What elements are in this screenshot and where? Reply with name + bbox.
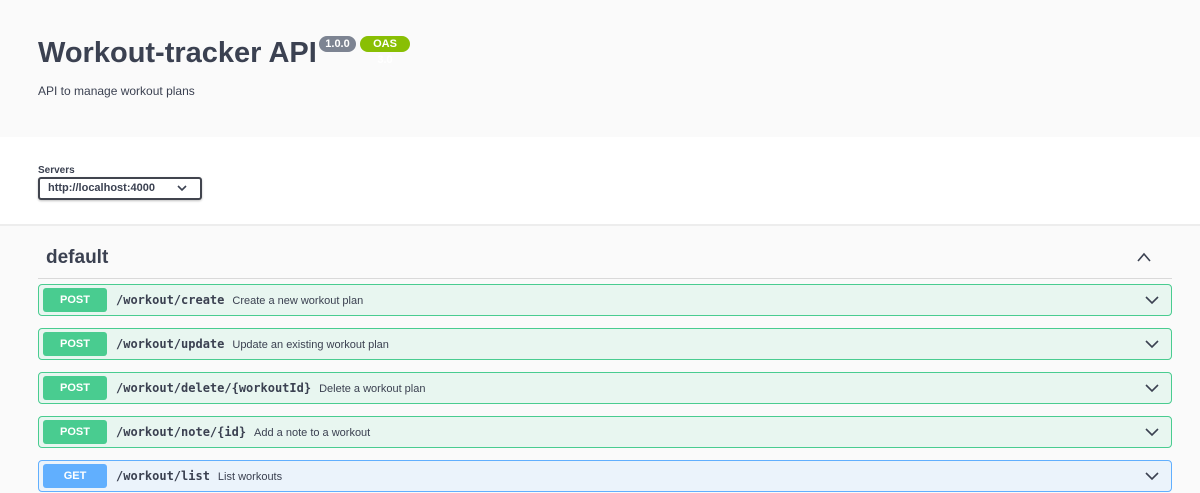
info-section: Workout-tracker API 1.0.0 OAS 3.0 API to… <box>0 0 1200 137</box>
server-select-value: http://localhost:4000 <box>48 182 155 194</box>
operation-path: /workout/note/{id} Add a note to a workou… <box>116 425 370 439</box>
operation-summary: Add a note to a workout <box>254 427 371 439</box>
operation-path-text: /workout/delete/{workoutId} <box>116 381 312 395</box>
chevron-down-icon[interactable] <box>1145 427 1159 437</box>
chevron-down-icon <box>177 185 187 192</box>
operation-get-workout-list[interactable]: GET /workout/list List workouts <box>38 460 1172 492</box>
api-description: API to manage workout plans <box>38 84 195 98</box>
method-badge: POST <box>43 376 107 400</box>
operation-path-text: /workout/list <box>116 469 210 483</box>
operation-path-text: /workout/create <box>116 293 225 307</box>
chevron-down-icon[interactable] <box>1145 339 1159 349</box>
tag-title: default <box>46 247 109 268</box>
operation-post-workout-update[interactable]: POST /workout/update Update an existing w… <box>38 328 1172 360</box>
server-select[interactable]: http://localhost:4000 <box>38 177 202 200</box>
operation-summary: Create a new workout plan <box>232 295 364 307</box>
operation-summary: Update an existing workout plan <box>232 339 389 351</box>
operation-path: /workout/create Create a new workout plan <box>116 293 363 307</box>
servers-label: Servers <box>38 165 75 176</box>
chevron-down-icon[interactable] <box>1145 383 1159 393</box>
method-badge: GET <box>43 464 107 488</box>
method-badge: POST <box>43 420 107 444</box>
operation-path-text: /workout/update <box>116 337 225 351</box>
chevron-down-icon[interactable] <box>1145 471 1159 481</box>
version-badge: 1.0.0 <box>319 36 356 52</box>
operation-path: /workout/delete/{workoutId} Delete a work… <box>116 381 425 395</box>
operation-path-text: /workout/note/{id} <box>116 425 247 439</box>
chevron-down-icon[interactable] <box>1145 295 1159 305</box>
operation-post-workout-note[interactable]: POST /workout/note/{id} Add a note to a w… <box>38 416 1172 448</box>
tag-header-default[interactable]: default <box>38 236 1172 279</box>
operation-post-workout-delete[interactable]: POST /workout/delete/{workoutId} Delete a… <box>38 372 1172 404</box>
operation-post-workout-create[interactable]: POST /workout/create Create a new workout… <box>38 284 1172 316</box>
method-badge: POST <box>43 332 107 356</box>
operation-summary: List workouts <box>217 471 283 483</box>
operation-summary: Delete a workout plan <box>319 383 426 395</box>
operation-path: /workout/list List workouts <box>116 469 282 483</box>
operation-path: /workout/update Update an existing workou… <box>116 337 389 351</box>
method-badge: POST <box>43 288 107 312</box>
api-title: Workout-tracker API <box>38 37 317 69</box>
chevron-up-icon[interactable] <box>1136 251 1152 263</box>
oas-badge: OAS 3.0 <box>360 36 410 66</box>
